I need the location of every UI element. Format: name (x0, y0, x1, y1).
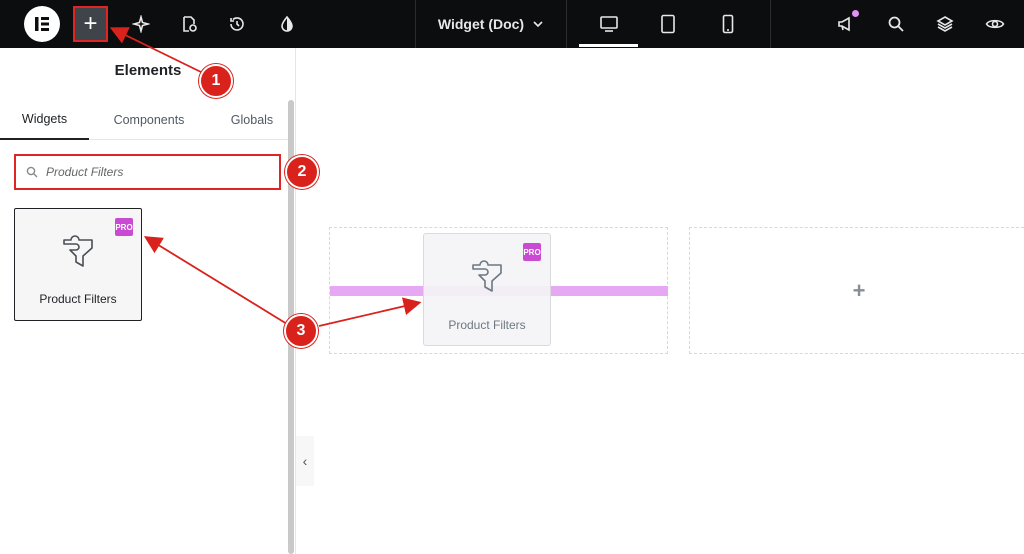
contrast-icon (281, 15, 293, 32)
add-new-section[interactable]: + (689, 227, 1024, 354)
widget-card-product-filters[interactable]: PRO Product Filters (14, 208, 142, 321)
collapse-panel-button[interactable]: ‹ (296, 436, 314, 486)
notification-dot (852, 10, 859, 17)
megaphone-icon (838, 16, 850, 32)
search-input[interactable] (46, 165, 256, 179)
step-marker-2: 2 (285, 155, 319, 189)
divider (566, 0, 567, 48)
structure-button[interactable] (930, 0, 960, 48)
sparkle-icon (132, 15, 150, 33)
widget-label: Product Filters (448, 318, 526, 332)
tablet-view-button[interactable] (653, 0, 683, 48)
document-title: Widget (Doc) (437, 16, 525, 32)
chevron-down-icon (533, 21, 543, 28)
preview-button[interactable] (980, 0, 1010, 48)
product-filters-icon (472, 260, 502, 292)
page-settings-icon (183, 16, 197, 32)
dragged-widget-product-filters[interactable]: PRO Product Filters (423, 233, 551, 346)
plus-icon: + (852, 277, 866, 303)
tab-globals[interactable]: Globals (212, 100, 292, 140)
history-icon (230, 17, 244, 31)
tab-widgets[interactable]: Widgets (0, 100, 89, 140)
eye-icon (985, 19, 1005, 29)
search-icon (888, 16, 904, 32)
mobile-view-button[interactable] (713, 0, 743, 48)
active-device-indicator (579, 44, 638, 47)
panel-tabs: Widgets Components Globals (0, 100, 290, 140)
divider (770, 0, 771, 48)
tablet-icon (661, 14, 675, 34)
document-title-dropdown[interactable]: Widget (Doc) (416, 0, 566, 48)
plus-icon: + (83, 10, 98, 37)
widget-label: Product Filters (39, 292, 117, 306)
page-settings-button[interactable] (174, 0, 204, 48)
top-bar: + Widget (Doc) (0, 0, 1024, 48)
pro-badge: PRO (523, 243, 541, 261)
mobile-icon (722, 14, 734, 34)
search-icon (26, 166, 38, 178)
elementor-logo-icon[interactable] (24, 6, 60, 42)
chevron-left-icon: ‹ (302, 453, 308, 469)
search-button[interactable] (881, 0, 911, 48)
widget-search (14, 154, 281, 190)
tab-components[interactable]: Components (89, 100, 209, 140)
pro-badge: PRO (115, 218, 133, 236)
elements-panel: Elements Widgets Components Globals PRO … (0, 48, 296, 554)
layers-icon (936, 16, 954, 32)
panel-title: Elements (114, 62, 182, 79)
history-button[interactable] (222, 0, 252, 48)
notifications-button[interactable] (831, 0, 861, 48)
desktop-icon (600, 16, 618, 32)
add-element-button[interactable]: + (73, 6, 108, 42)
step-marker-3: 3 (284, 314, 318, 348)
desktop-view-button[interactable] (594, 0, 624, 48)
site-settings-button[interactable] (272, 0, 302, 48)
product-filters-icon (63, 235, 93, 267)
ai-sparkle-button[interactable] (126, 0, 156, 48)
step-marker-1: 1 (199, 64, 233, 98)
